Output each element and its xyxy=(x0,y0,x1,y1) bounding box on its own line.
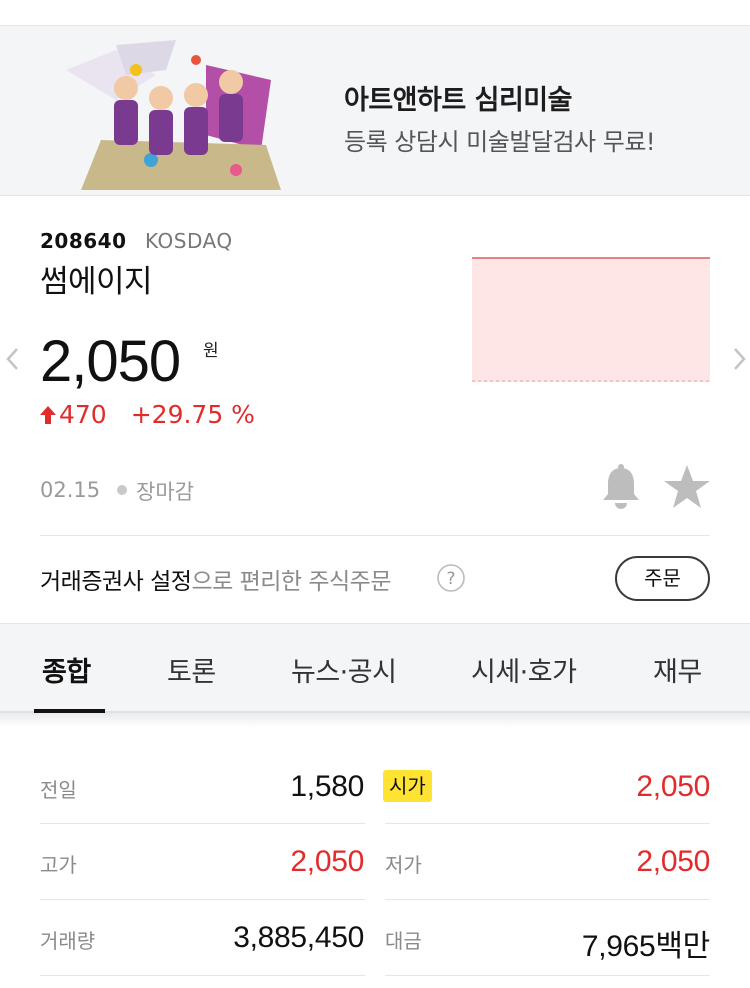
trade-date: 02.15 xyxy=(40,478,101,502)
tab-news[interactable]: 뉴스·공시 xyxy=(291,650,397,689)
row-divider xyxy=(385,899,710,900)
market-status: 장마감 xyxy=(136,480,194,504)
low-label: 저가 xyxy=(385,853,422,877)
tab-financials[interactable]: 재무 xyxy=(653,650,702,689)
chevron-left-icon[interactable] xyxy=(2,344,24,374)
current-price: 2,050 xyxy=(40,329,181,394)
amount-value: 7,965백만 xyxy=(581,930,710,963)
divider xyxy=(40,535,710,536)
prev-close-label: 전일 xyxy=(40,778,77,802)
market-name: KOSDAQ xyxy=(145,229,233,253)
row-divider xyxy=(385,823,710,824)
row-divider xyxy=(40,975,365,976)
mini-price-chart[interactable] xyxy=(472,257,710,382)
change-amount: 470 xyxy=(59,400,107,429)
high-label: 고가 xyxy=(40,853,77,877)
ad-title: 아트앤하트 심리미술 xyxy=(344,85,572,116)
change-percent: +29.75 % xyxy=(130,400,255,429)
status-dot xyxy=(117,485,127,495)
chart-area-fill xyxy=(472,257,710,382)
broker-setting-promo[interactable]: 거래증권사 설정으로 편리한 주식주문 xyxy=(40,562,391,596)
row-divider xyxy=(385,975,710,976)
help-icon[interactable]: ? xyxy=(436,563,466,593)
bell-icon[interactable] xyxy=(601,464,641,510)
high-value: 2,050 xyxy=(290,845,364,878)
low-value: 2,050 xyxy=(636,845,710,878)
svg-text:?: ? xyxy=(446,569,455,589)
ad-image xyxy=(66,40,281,190)
price-unit: 원 xyxy=(203,341,219,361)
ad-subtitle: 등록 상담시 미술발달검사 무료! xyxy=(344,128,656,156)
ad-banner[interactable]: 아트앤하트 심리미술 등록 상담시 미술발달검사 무료! xyxy=(0,26,750,196)
chevron-right-icon[interactable] xyxy=(728,344,750,374)
tab-overview[interactable]: 종합 xyxy=(42,650,91,689)
tab-bar: 종합 토론 뉴스·공시 시세·호가 재무 xyxy=(0,623,750,713)
prev-close-value: 1,580 xyxy=(290,770,364,803)
row-divider xyxy=(40,899,365,900)
star-icon[interactable] xyxy=(663,464,711,510)
open-price-value: 2,050 xyxy=(636,770,710,803)
tab-discussion[interactable]: 토론 xyxy=(167,650,216,689)
top-strip xyxy=(0,0,750,26)
stock-code: 208640 xyxy=(40,229,127,253)
volume-value: 3,885,450 xyxy=(233,921,364,954)
open-price-badge: 시가 xyxy=(383,770,432,802)
stock-name: 썸에이지 xyxy=(40,264,153,300)
volume-label: 거래량 xyxy=(40,929,96,953)
order-button[interactable]: 주문 xyxy=(615,556,710,601)
tab-shadow xyxy=(0,713,750,727)
tab-quotes[interactable]: 시세·호가 xyxy=(471,650,577,689)
up-arrow-icon xyxy=(40,405,56,424)
price-change: 470 +29.75 % xyxy=(40,400,255,429)
amount-label: 대금 xyxy=(385,929,422,953)
row-divider xyxy=(40,823,365,824)
